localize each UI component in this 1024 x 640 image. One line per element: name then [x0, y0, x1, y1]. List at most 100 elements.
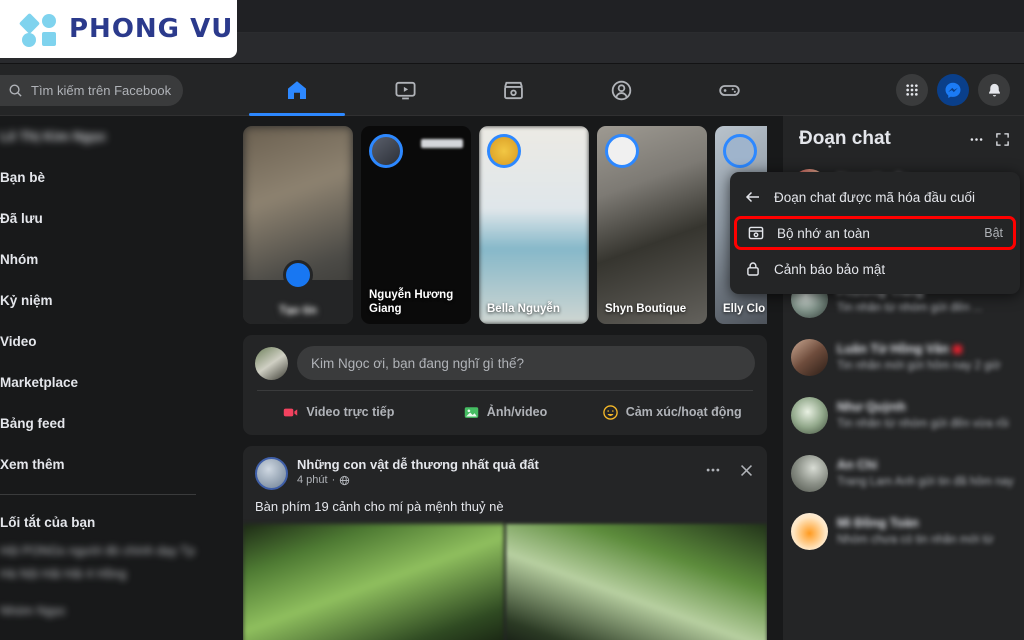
composer-input[interactable]: Kim Ngọc ơi, bạn đang nghĩ gì thế? — [297, 346, 755, 380]
nav-tab-groups[interactable] — [567, 64, 675, 116]
chat-item-text: Luân Từ Hồng Vân Tin nhắn mới gửi hôm na… — [837, 342, 1014, 372]
story-card-create[interactable]: Tạo tin — [243, 126, 353, 324]
chat-list-item[interactable]: Luân Từ Hồng Vân Tin nhắn mới gửi hôm na… — [783, 328, 1024, 386]
sidebar-item-video[interactable]: Video — [0, 321, 212, 362]
create-story-plus-icon[interactable] — [283, 260, 313, 290]
chat-item-name: Như Quỳnh — [837, 400, 906, 414]
sidebar-item-label: Nhóm — [0, 252, 39, 267]
feed-column: Tạo tin Nguyễn Hương Giang Bella Nguyễn — [243, 116, 767, 640]
post-separator: · — [331, 474, 336, 486]
close-icon[interactable] — [738, 462, 755, 479]
chat-item-name: An Chi — [837, 458, 878, 472]
post-author[interactable]: Những con vật dễ thương nhất quả đất — [297, 457, 704, 472]
sidebar-shortcut-item[interactable]: Hội PONGs người đó chính dạy Tp — [0, 540, 212, 563]
secure-storage-icon — [747, 224, 765, 242]
facebook-topbar-actions — [896, 74, 1010, 106]
lock-icon — [744, 260, 762, 278]
story-label: Tạo tin — [279, 305, 317, 317]
nav-tab-home[interactable] — [243, 64, 351, 116]
unread-badge — [952, 345, 962, 355]
story-label: Elly Clo — [723, 303, 766, 315]
story-card[interactable]: Nguyễn Hương Giang — [361, 126, 471, 324]
sidebar-item-groups[interactable]: Nhóm — [0, 239, 212, 280]
sidebar-item-label: Đã lưu — [0, 211, 43, 226]
composer-feeling-activity-button[interactable]: Cảm xúc/hoạt động — [588, 395, 755, 429]
grid-menu-icon[interactable] — [896, 74, 928, 106]
post-controls — [704, 457, 755, 479]
chat-list-item[interactable]: Như Quỳnh Tin nhắn từ nhóm gửi đến vừa r… — [783, 386, 1024, 444]
story-author-avatar — [487, 134, 521, 168]
back-arrow-icon[interactable] — [744, 188, 762, 206]
sidebar-item-label: Kỷ niệm — [0, 293, 53, 308]
story-watermark — [421, 139, 463, 148]
sidebar-item-marketplace[interactable]: Marketplace — [0, 362, 212, 403]
story-author-avatar — [605, 134, 639, 168]
post-meta: Những con vật dễ thương nhất quả đất 4 p… — [288, 457, 704, 486]
chat-panel-title: Đoạn chat — [799, 128, 891, 149]
sidebar-shortcuts-title: Lối tắt của bạn — [0, 514, 96, 530]
post-composer: Kim Ngọc ơi, bạn đang nghĩ gì thế? Video… — [243, 335, 767, 435]
nav-tab-video[interactable] — [351, 64, 459, 116]
feeling-activity-icon — [602, 404, 619, 421]
sidebar-shortcut-item[interactable]: Hà Nội Hải Hải 4 Hồng — [0, 563, 212, 586]
story-card[interactable]: Shyn Boutique — [597, 126, 707, 324]
menu-item-secure-storage[interactable]: Bộ nhớ an toàn Bật — [734, 216, 1016, 250]
facebook-nav-tabs — [243, 64, 783, 116]
chat-list-item[interactable]: An Chi Trang Lam Anh gửi tin đã hôm nay — [783, 444, 1024, 502]
composer-action-label: Cảm xúc/hoạt động — [625, 405, 742, 419]
nav-tab-marketplace[interactable] — [459, 64, 567, 116]
post-media-image[interactable] — [506, 524, 767, 640]
composer-live-video-button[interactable]: Video trực tiếp — [255, 395, 422, 429]
post-time: 4 phút — [297, 474, 328, 486]
facebook-app: Tìm kiếm trên Facebook Lê Thị Kim Ngọc B… — [0, 64, 1024, 640]
bell-icon[interactable] — [978, 74, 1010, 106]
composer-action-label: Video trực tiếp — [306, 405, 395, 419]
avatar — [791, 454, 828, 492]
composer-divider — [257, 390, 753, 391]
more-options-icon[interactable] — [704, 461, 722, 479]
sidebar-item-memories[interactable]: Kỷ niệm — [0, 280, 212, 321]
screen-root: Ẩn danh Chạy lại để cập PHONG VU Tìm kiế… — [0, 0, 1024, 640]
avatar[interactable] — [255, 346, 288, 380]
sidebar-item-feeds[interactable]: Bảng feed — [0, 403, 212, 444]
menu-item-security-alert[interactable]: Cảnh báo bảo mật — [730, 251, 1020, 287]
sidebar-item-label: Lê Thị Kim Ngọc — [0, 129, 107, 144]
chat-list-item[interactable]: Mì Đồng Toàn Nhóm chưa có tin nhắn mới t… — [783, 502, 1024, 560]
nav-tab-gaming[interactable] — [675, 64, 783, 116]
dropdown-header-back[interactable]: Đoạn chat được mã hóa đầu cuối — [730, 179, 1020, 215]
composer-photo-video-button[interactable]: Ảnh/video — [422, 395, 589, 429]
sidebar-item-saved[interactable]: Đã lưu — [0, 198, 212, 239]
story-label: Shyn Boutique — [605, 303, 687, 315]
avatar — [791, 338, 828, 376]
chat-item-preview: Nhóm chưa có tin nhắn mới từ — [837, 534, 994, 546]
sidebar-item-label: Xem thêm — [0, 457, 65, 472]
sidebar-item-friends[interactable]: Bạn bè — [0, 157, 212, 198]
chat-item-preview: Tin nhắn mới gửi hôm nay 2 giờ — [837, 360, 1001, 372]
globe-icon — [339, 475, 350, 486]
encrypted-chat-dropdown-menu: Đoạn chat được mã hóa đầu cuối Bộ nhớ an… — [730, 172, 1020, 294]
live-video-icon — [282, 404, 299, 421]
avatar — [791, 512, 828, 550]
sidebar-item-see-more[interactable]: Xem thêm — [0, 444, 212, 485]
more-options-icon[interactable] — [968, 131, 985, 148]
photo-video-icon — [463, 404, 480, 421]
chat-item-preview: Tin nhắn từ nhóm gửi đến vừa rồi — [837, 418, 1009, 430]
composer-placeholder: Kim Ngọc ơi, bạn đang nghĩ gì thế? — [311, 355, 524, 371]
messenger-icon[interactable] — [937, 74, 969, 106]
search-input[interactable]: Tìm kiếm trên Facebook — [0, 75, 183, 106]
search-placeholder: Tìm kiếm trên Facebook — [31, 83, 172, 98]
sidebar-shortcut-item[interactable]: Nhóm Ngọc — [0, 600, 212, 623]
composer-row: Kim Ngọc ơi, bạn đang nghĩ gì thế? — [255, 346, 755, 380]
post-media-image[interactable] — [243, 524, 504, 640]
sidebar-item-label: Video — [0, 334, 37, 349]
avatar[interactable] — [255, 457, 288, 490]
chat-item-name: Luân Từ Hồng Vân — [837, 342, 1014, 356]
story-card[interactable]: Bella Nguyễn — [479, 126, 589, 324]
feed-post: Những con vật dễ thương nhất quả đất 4 p… — [243, 446, 767, 640]
post-media[interactable] — [243, 524, 767, 640]
expand-icon[interactable] — [995, 132, 1010, 147]
chat-item-text: An Chi Trang Lam Anh gửi tin đã hôm nay — [837, 458, 1014, 488]
sidebar-item-profile[interactable]: Lê Thị Kim Ngọc — [0, 116, 212, 157]
sidebar-item-label: Bảng feed — [0, 416, 66, 431]
menu-item-label: Bộ nhớ an toàn — [777, 225, 870, 241]
